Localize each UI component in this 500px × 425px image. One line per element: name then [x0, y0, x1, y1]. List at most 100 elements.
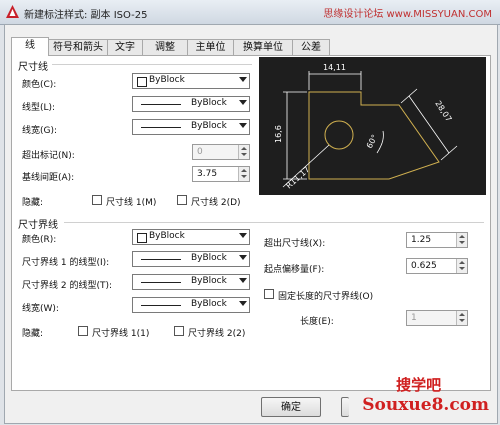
dim-lines-section-label: 尺寸线	[18, 62, 48, 73]
suppress-dim-line-1-checkbox[interactable]	[92, 195, 102, 205]
dim-extend-spinner[interactable]: 0	[192, 144, 250, 160]
suppress-ext-line-1-label: 尺寸界线 1(1)	[92, 329, 150, 339]
ext-linetype2-select[interactable]: ByBlock	[132, 274, 250, 290]
ext-color-label: 颜色(R):	[22, 235, 57, 245]
spin-down-icon	[241, 153, 247, 156]
dim-lineweight-select[interactable]: ByBlock	[132, 119, 250, 135]
suppress-ext-line-2-label: 尺寸界线 2(2)	[188, 329, 246, 339]
window-title: 新建标注样式: 副本 ISO-25	[24, 10, 148, 21]
line-sample	[141, 127, 181, 128]
section-divider	[52, 64, 252, 65]
chevron-down-icon	[239, 255, 247, 260]
dim-suppress-label: 隐藏:	[22, 198, 44, 208]
ext-linetype1-value: ByBlock	[191, 253, 227, 263]
dim-color-select[interactable]: ByBlock	[132, 73, 250, 89]
dimension-style-dialog: 线 符号和箭头 文字 调整 主单位 换算单位 公差 尺寸线 颜色(C): ByB…	[4, 24, 498, 424]
dim-linetype-value: ByBlock	[191, 98, 227, 108]
dim-linetype-select[interactable]: ByBlock	[132, 96, 250, 112]
ext-linetype1-label: 尺寸界线 1 的线型(I):	[22, 258, 110, 268]
tab-panel-lines: 尺寸线 颜色(C): ByBlock 线型(L): ByBlock 线宽(G):…	[11, 55, 491, 391]
ext-lineweight-select[interactable]: ByBlock	[132, 297, 250, 313]
preview-drawing: 14,11 16,6 28,07 60° R11,17	[274, 63, 458, 191]
ext-linetype2-label: 尺寸界线 2 的线型(T):	[22, 281, 113, 291]
tab-primary-units[interactable]: 主单位	[187, 39, 234, 55]
tab-text[interactable]: 文字	[107, 39, 143, 55]
preview-hole	[324, 120, 354, 150]
suppress-ext-line-2-checkbox[interactable]	[174, 326, 184, 336]
ext-extend-label: 超出尺寸线(X):	[264, 239, 326, 249]
preview-dim-angle: 60°	[365, 133, 380, 150]
fixed-length-checkbox[interactable]	[264, 289, 274, 299]
chevron-down-icon	[239, 123, 247, 128]
preview-dim-radius: R11,17	[284, 165, 311, 191]
suppress-dim-line-2-label: 尺寸线 2(D)	[191, 198, 241, 208]
fixed-length-value: 1	[411, 313, 417, 323]
suppress-ext-line-1-checkbox[interactable]	[78, 326, 88, 336]
line-sample	[141, 305, 181, 306]
line-sample	[141, 104, 181, 105]
preview-dim-top: 14,11	[323, 63, 346, 72]
tab-lines[interactable]: 线	[11, 37, 49, 56]
color-swatch	[137, 233, 147, 243]
ext-linetype1-select[interactable]: ByBlock	[132, 251, 250, 267]
dim-color-value: ByBlock	[149, 75, 185, 85]
site-logo: 搜学吧 Souxue8.com	[362, 374, 489, 415]
fixed-length-value-label: 长度(E):	[300, 317, 334, 327]
dim-extend-label: 超出标记(N):	[22, 151, 75, 161]
spin-up-icon	[241, 169, 247, 172]
ext-color-value: ByBlock	[149, 231, 185, 241]
spin-down-icon	[459, 267, 465, 270]
dim-extend-value: 0	[197, 147, 203, 157]
ext-suppress-label: 隐藏:	[22, 329, 44, 339]
fixed-length-label: 固定长度的尺寸界线(O)	[278, 292, 374, 302]
ext-extend-value: 1.25	[411, 235, 432, 245]
baseline-spacing-label: 基线间距(A):	[22, 173, 75, 183]
suppress-dim-line-1-label: 尺寸线 1(M)	[106, 198, 157, 208]
autocad-icon	[6, 5, 19, 18]
origin-offset-spinner[interactable]: 0.625	[406, 258, 468, 274]
chevron-down-icon	[239, 301, 247, 306]
spin-up-icon	[459, 313, 465, 316]
fixed-length-spinner[interactable]: 1	[406, 310, 468, 326]
spin-down-icon	[241, 175, 247, 178]
ext-lineweight-value: ByBlock	[191, 299, 227, 309]
tab-alternate-units[interactable]: 换算单位	[233, 39, 293, 55]
origin-offset-value: 0.625	[411, 261, 437, 271]
spin-up-icon	[241, 147, 247, 150]
ext-lines-section-label: 尺寸界线	[18, 220, 58, 231]
ext-lineweight-label: 线宽(W):	[22, 304, 59, 314]
ext-extend-spinner[interactable]: 1.25	[406, 232, 468, 248]
logo-bottom-text: Souxue8.com	[362, 395, 489, 415]
style-preview: 14,11 16,6 28,07 60° R11,17	[259, 57, 486, 195]
section-divider	[64, 222, 484, 223]
spin-up-icon	[459, 235, 465, 238]
tab-tolerances[interactable]: 公差	[292, 39, 330, 55]
spin-up-icon	[459, 261, 465, 264]
ext-color-select[interactable]: ByBlock	[132, 229, 250, 245]
baseline-spacing-spinner[interactable]: 3.75	[192, 166, 250, 182]
chevron-down-icon	[239, 77, 247, 82]
line-sample	[141, 259, 181, 260]
dim-lineweight-value: ByBlock	[191, 121, 227, 131]
tab-fit[interactable]: 调整	[142, 39, 188, 55]
ext-linetype2-value: ByBlock	[191, 276, 227, 286]
origin-offset-label: 起点偏移量(F):	[264, 265, 325, 275]
spin-down-icon	[459, 241, 465, 244]
watermark-text: 思缘设计论坛 www.MISSYUAN.COM	[323, 9, 492, 20]
baseline-spacing-value: 3.75	[197, 169, 218, 179]
chevron-down-icon	[239, 278, 247, 283]
color-swatch	[137, 77, 147, 87]
line-sample	[141, 282, 181, 283]
title-bar: 新建标注样式: 副本 ISO-25 思缘设计论坛 www.MISSYUAN.CO…	[0, 0, 500, 25]
suppress-dim-line-2-checkbox[interactable]	[177, 195, 187, 205]
spin-down-icon	[459, 319, 465, 322]
logo-top-text: 搜学吧	[396, 376, 442, 394]
ok-button[interactable]: 确定	[261, 397, 321, 417]
chevron-down-icon	[239, 233, 247, 238]
chevron-down-icon	[239, 100, 247, 105]
dim-lineweight-label: 线宽(G):	[22, 126, 58, 136]
cancel-button-edge[interactable]	[341, 397, 349, 417]
dim-linetype-label: 线型(L):	[22, 103, 56, 113]
tab-symbols-arrows[interactable]: 符号和箭头	[48, 39, 108, 55]
dim-color-label: 颜色(C):	[22, 80, 57, 90]
